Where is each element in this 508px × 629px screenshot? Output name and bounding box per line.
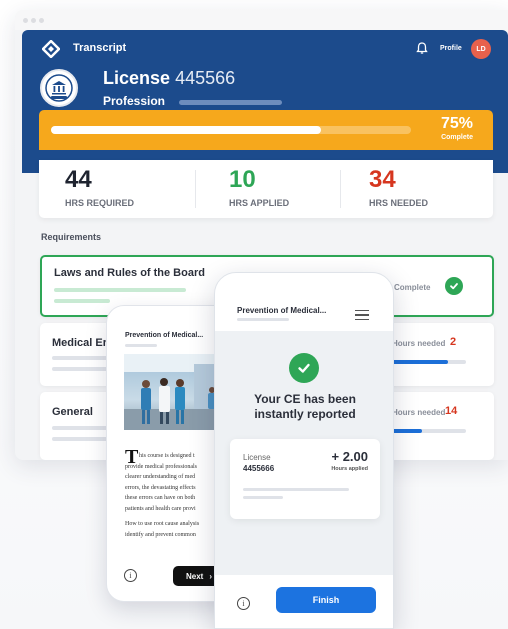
body-line: patients and health care provi (125, 505, 196, 512)
progress-bar (51, 126, 411, 134)
window-dot[interactable] (39, 18, 44, 23)
ce-reported-phone: Prevention of Medical... Your CE has bee… (214, 272, 394, 629)
success-message-line: instantly reported (254, 407, 356, 421)
requirement-status: Hours needed (392, 408, 446, 417)
progress-card: 75% Complete (39, 110, 493, 150)
requirement-title: Laws and Rules of the Board (54, 267, 205, 279)
profile-label[interactable]: Profile (440, 45, 462, 52)
hours-applied-value: + 2.00 (331, 449, 368, 464)
divider (340, 170, 341, 208)
license-label: License (103, 68, 171, 88)
license-label: License (243, 453, 271, 462)
requirement-progress-bar (392, 360, 466, 364)
license-number: 445566 (175, 68, 236, 88)
check-icon (289, 353, 319, 383)
body-line: these errors can have on both (125, 495, 196, 501)
requirement-status: Hours needed (392, 339, 446, 348)
body-line: provide medical professionals (125, 463, 197, 470)
requirement-title: General (52, 406, 93, 418)
placeholder-line (243, 496, 283, 499)
placeholder-line (52, 367, 112, 371)
course-title: Prevention of Medical... (237, 306, 327, 315)
stat-value: 44 (65, 166, 92, 193)
stat-label: HRS APPLIED (229, 198, 290, 208)
placeholder-line (237, 318, 289, 321)
placeholder-line (125, 344, 157, 347)
next-label: Next (185, 571, 204, 581)
stat-label: HRS NEEDED (369, 198, 429, 208)
info-icon[interactable]: i (124, 569, 137, 582)
hours-needed-count: 14 (445, 405, 458, 417)
app-title: Transcript (73, 42, 127, 54)
requirements-heading: Requirements (41, 232, 102, 242)
progress-complete-label: Complete (441, 134, 473, 141)
profession-label: Profession (103, 94, 166, 108)
requirement-progress-fill (392, 429, 422, 433)
window-dot[interactable] (23, 18, 28, 23)
check-icon (445, 277, 463, 295)
hours-stats-card: 44 HRS REQUIRED 10 HRS APPLIED 34 HRS NE… (39, 160, 493, 218)
window-dot[interactable] (31, 18, 36, 23)
board-seal-icon (40, 69, 78, 107)
app-logo-icon (42, 40, 60, 58)
requirement-progress-bar (392, 429, 466, 433)
hours-needed-count: 2 (450, 336, 457, 348)
success-message: Your CE has been instantly reported (215, 392, 393, 422)
stat-value: 34 (369, 166, 396, 193)
menu-icon[interactable] (355, 310, 369, 323)
hours-applied-label: Hours applied (331, 466, 368, 472)
profession-placeholder (179, 100, 282, 105)
stat-hrs-needed: 34 HRS NEEDED (369, 166, 428, 208)
stat-value: 10 (229, 166, 256, 193)
stat-label: HRS REQUIRED (65, 198, 135, 208)
progress-fill (51, 126, 321, 134)
divider (195, 170, 196, 208)
placeholder-line (243, 488, 349, 491)
phone-header: Prevention of Medical... (215, 273, 393, 331)
stat-hrs-applied: 10 HRS APPLIED (229, 166, 289, 208)
placeholder-line (52, 426, 112, 430)
body-line: How to use root cause analysis (125, 521, 200, 527)
body-line: errors, the devastating effects (125, 484, 196, 491)
body-line: his course is designed t (139, 453, 195, 459)
requirement-status: Complete (394, 283, 431, 292)
progress-percent: 75% (440, 115, 473, 132)
course-title: Prevention of Medical... (125, 332, 204, 339)
info-icon[interactable]: i (237, 597, 250, 610)
requirement-title: Medical Er (52, 337, 108, 349)
chevron-right-icon: › (209, 571, 212, 581)
placeholder-line (54, 299, 110, 303)
placeholder-line (52, 356, 112, 360)
bell-icon[interactable] (415, 41, 429, 55)
placeholder-line (54, 288, 186, 292)
body-line: identify and prevent common (125, 531, 196, 538)
phone-footer: i Finish (215, 575, 393, 628)
marketing-composition: Transcript Profile LD License 445566 Pro… (0, 0, 508, 629)
license-number: 4455666 (243, 464, 275, 473)
success-message-line: Your CE has been (254, 392, 356, 406)
avatar[interactable]: LD (471, 39, 491, 59)
window-title-bar (15, 10, 508, 30)
placeholder-line (52, 437, 112, 441)
hours-applied-card: License 4455666 + 2.00 Hours applied (230, 439, 380, 519)
finish-button[interactable]: Finish (276, 587, 376, 613)
app-header: Transcript Profile LD License 445566 Pro… (22, 30, 508, 173)
body-line: clearer understanding of med (125, 474, 196, 480)
requirement-progress-fill (392, 360, 448, 364)
license-title: License 445566 (103, 68, 235, 89)
stat-hrs-required: 44 HRS REQUIRED (65, 166, 134, 208)
